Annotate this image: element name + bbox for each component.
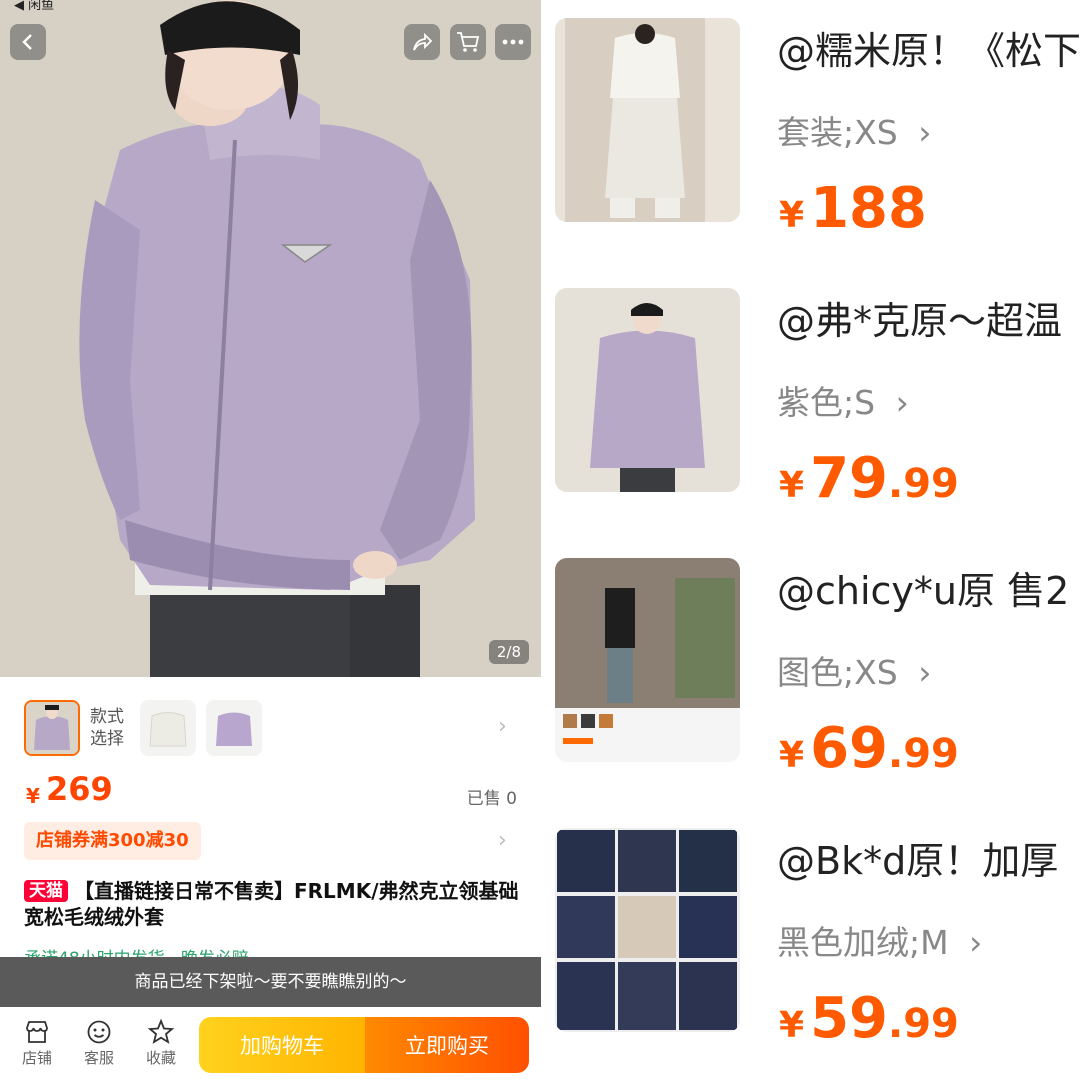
chevron-left-icon: [22, 34, 32, 50]
product-title: 天猫 【直播链接日常不售卖】FRLMK/弗然克立领基础宽松毛绒绒外套: [24, 878, 524, 930]
chevron-right-icon: ›: [498, 828, 507, 853]
street-photo: [555, 558, 740, 762]
collage-photo: [555, 828, 740, 1032]
item-price-dec: .99: [888, 731, 959, 777]
item-title: @弗*克原～超温: [777, 299, 1063, 343]
variant-thumb-selected[interactable]: [24, 700, 80, 756]
item-spec[interactable]: 紫色;S ›: [777, 376, 909, 424]
item-price-dec: .99: [888, 461, 959, 507]
nav-service-label: 客服: [83, 1049, 114, 1067]
back-button[interactable]: [10, 24, 46, 60]
delisted-toast: 商品已经下架啦～要不要瞧瞧别的～: [0, 957, 541, 1007]
variant-label: 款式选择: [90, 707, 124, 749]
price-row: ¥ 269 已售 0: [0, 770, 541, 814]
item-price-currency: ¥: [779, 735, 805, 776]
price-value: 269: [46, 770, 113, 808]
item-price-int: 79: [810, 446, 888, 511]
item-title: @糯米原！《松下: [777, 29, 1080, 73]
buy-now-button[interactable]: 立即购买: [365, 1017, 529, 1073]
shop-icon: [26, 1021, 48, 1043]
similar-items-list: @糯米原！《松下 套装;XS › ¥188 @弗*克原～超温 紫色;S › ¥7…: [541, 0, 1080, 1080]
chevron-right-icon: ›: [918, 653, 932, 692]
variant-thumb-purple[interactable]: [206, 700, 262, 756]
item-price-int: 59: [810, 986, 888, 1051]
variant-thumb-white[interactable]: [140, 700, 196, 756]
item-image[interactable]: [555, 18, 740, 222]
variant-purple-model-image: [26, 702, 78, 754]
more-dots-icon: [502, 39, 524, 45]
image-counter: 2/8: [488, 640, 529, 664]
item-title: @Bk*d原！加厚: [777, 839, 1059, 883]
bottom-action-bar: 店铺 客服 收藏 加购物车 立即购买: [0, 1007, 541, 1080]
white-set-photo: [555, 18, 740, 222]
item-price-dec: .99: [888, 1001, 959, 1047]
item-price-int: 188: [810, 176, 927, 241]
product-hero-image[interactable]: ◀ 闲鱼 2/8: [0, 0, 541, 677]
jacket-photo: [0, 0, 541, 677]
nav-favorite-label: 收藏: [145, 1049, 176, 1067]
nav-shop-label: 店铺: [21, 1049, 52, 1067]
chevron-right-icon: ›: [895, 383, 909, 422]
chevron-right-icon: ›: [498, 714, 507, 739]
star-icon: [148, 1019, 174, 1044]
share-icon: [413, 32, 433, 51]
more-button[interactable]: [495, 24, 531, 60]
price-currency: ¥: [26, 784, 40, 808]
sold-count: 已售 0: [466, 789, 517, 809]
nav-shop[interactable]: 店铺: [14, 1019, 60, 1068]
variant-white-jacket-image: [140, 700, 196, 756]
item-spec-text: 图色;XS: [777, 653, 898, 692]
item-price-currency: ¥: [779, 465, 805, 506]
item-spec[interactable]: 套装;XS ›: [777, 106, 931, 154]
item-price: ¥59.99: [779, 986, 959, 1051]
product-detail-panel: ◀ 闲鱼 2/8 款式选择 › ¥ 269 已售 0 店铺券满300减30 › …: [0, 0, 541, 1080]
item-price: ¥79.99: [779, 446, 959, 511]
item-image[interactable]: [555, 558, 740, 762]
chevron-right-icon: ›: [969, 923, 983, 962]
nav-favorite[interactable]: 收藏: [138, 1019, 184, 1068]
chevron-right-icon: ›: [918, 113, 932, 152]
item-spec-text: 套装;XS: [777, 113, 898, 152]
item-price: ¥188: [779, 176, 927, 241]
list-item[interactable]: @糯米原！《松下 套装;XS › ¥188: [541, 0, 1080, 270]
cart-icon: [457, 32, 480, 52]
add-to-cart-button[interactable]: 加购物车: [199, 1017, 365, 1073]
customer-service-icon: [87, 1020, 111, 1044]
shop-coupon[interactable]: 店铺券满300减30: [24, 822, 201, 860]
item-spec-text: 黑色加绒;M: [777, 923, 949, 962]
product-title-text: 【直播链接日常不售卖】FRLMK/弗然克立领基础宽松毛绒绒外套: [24, 879, 519, 929]
item-spec[interactable]: 图色;XS ›: [777, 646, 931, 694]
purple-jacket-photo: [555, 288, 740, 492]
item-price: ¥69.99: [779, 716, 959, 781]
item-spec[interactable]: 黑色加绒;M ›: [777, 916, 982, 964]
status-back-to-app[interactable]: ◀ 闲鱼: [14, 0, 54, 13]
item-price-int: 69: [810, 716, 888, 781]
item-title: @chicy*u原 售2: [777, 569, 1070, 613]
nav-service[interactable]: 客服: [76, 1019, 122, 1068]
list-item[interactable]: @Bk*d原！加厚 黑色加绒;M › ¥59.99: [541, 810, 1080, 1080]
cart-button[interactable]: [450, 24, 486, 60]
variant-selector[interactable]: 款式选择 ›: [0, 696, 541, 760]
item-price-currency: ¥: [779, 195, 805, 236]
list-item[interactable]: @chicy*u原 售2 图色;XS › ¥69.99: [541, 540, 1080, 810]
item-spec-text: 紫色;S: [777, 383, 876, 422]
item-price-currency: ¥: [779, 1005, 805, 1046]
item-image[interactable]: [555, 288, 740, 492]
item-image[interactable]: [555, 828, 740, 1032]
list-item[interactable]: @弗*克原～超温 紫色;S › ¥79.99: [541, 270, 1080, 540]
variant-purple-jacket-image: [206, 700, 262, 756]
share-button[interactable]: [404, 24, 440, 60]
tmall-badge: 天猫: [24, 880, 68, 902]
